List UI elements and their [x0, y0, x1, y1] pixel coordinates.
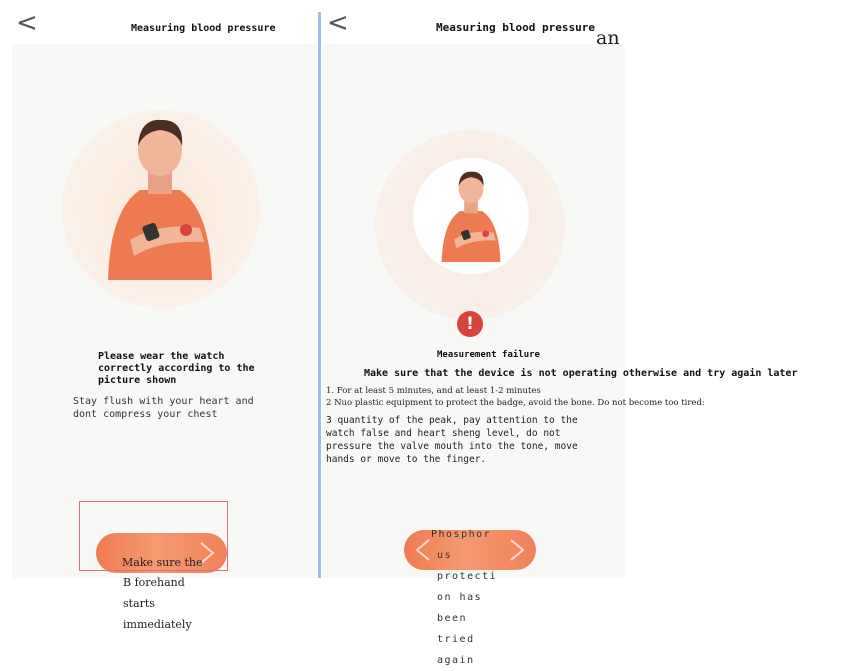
person-wearing-watch-illustration — [441, 171, 501, 262]
tip-item: pressure the valve mouth into the tone, … — [326, 441, 578, 452]
person-wearing-watch-illustration — [108, 119, 212, 280]
failure-subtitle: Make sure that the device is not operati… — [364, 368, 798, 379]
chevron-right-icon — [510, 539, 525, 561]
back-arrow-icon[interactable]: < — [16, 10, 38, 36]
page-title: Measuring blood pressure — [131, 23, 276, 34]
start-button-label-overflow: B forehand starts immediately — [123, 576, 192, 631]
left-header-bar — [0, 0, 317, 44]
tips-list-mono: 3 quantity of the peak, pay attention to… — [326, 414, 578, 466]
alert-icon: ! — [457, 311, 483, 337]
back-arrow-icon[interactable]: < — [327, 10, 349, 36]
tip-item: 1. For at least 5 minutes, and at least … — [326, 386, 541, 396]
tip-item: 2 Nuo plastic equipment to protect the b… — [326, 398, 705, 408]
tip-item: watch false and heart sheng level, do no… — [326, 428, 561, 439]
failure-title: Measurement failure — [437, 350, 540, 360]
tip-item: hands or move to the finger. — [326, 454, 487, 465]
tips-list-serif: 1. For at least 5 minutes, and at least … — [326, 385, 705, 409]
retry-button-label: Phosphor us protecti on has been tried a… — [431, 529, 498, 666]
instruction-detail: Stay flush with your heart and dont comp… — [73, 396, 254, 420]
screen-divider — [318, 12, 321, 578]
tip-item: 3 quantity of the peak, pay attention to… — [326, 415, 578, 426]
chevron-left-icon — [415, 539, 430, 561]
title-overlay-text: an — [596, 27, 620, 49]
instruction-heading: Please wear the watch correctly accordin… — [98, 351, 255, 386]
highlight-frame — [79, 501, 228, 571]
page-title: Measuring blood pressure — [436, 21, 595, 34]
